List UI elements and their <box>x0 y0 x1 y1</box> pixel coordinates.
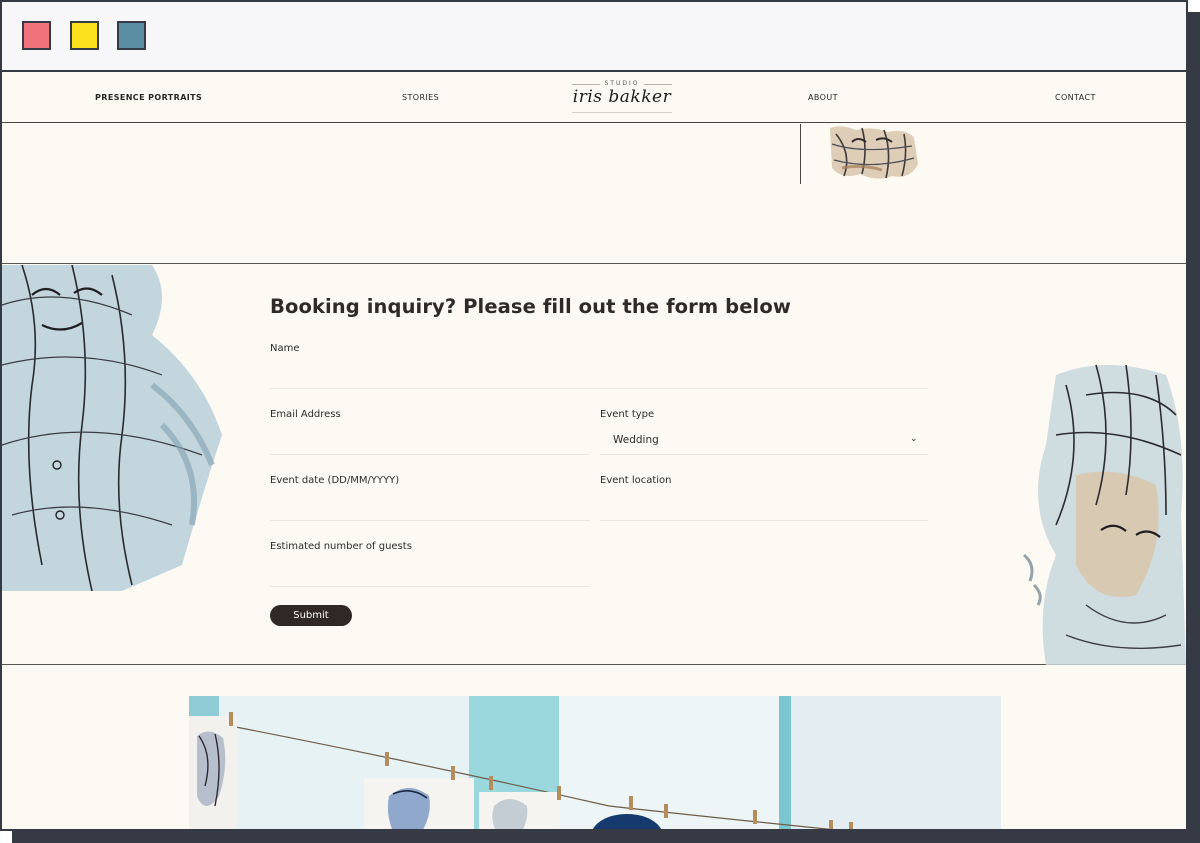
event-date-label: Event date (DD/MM/YYYY) <box>270 475 400 486</box>
studio-logo[interactable]: STUDIO iris bakker <box>570 80 674 114</box>
event-location-underline <box>600 520 928 521</box>
sketch-portrait-left <box>2 265 222 591</box>
nav-contact[interactable]: CONTACT <box>1055 93 1096 102</box>
browser-window: PRESENCE PORTRAITS STORIES STUDIO iris b… <box>0 0 1188 831</box>
event-type-underline <box>600 454 928 455</box>
logo-studio-text: STUDIO <box>570 80 674 87</box>
event-type-label: Event type <box>600 409 655 420</box>
event-date-underline <box>270 520 590 521</box>
nav-presence-portraits[interactable]: PRESENCE PORTRAITS <box>95 93 202 102</box>
name-label: Name <box>270 343 300 354</box>
gallery-photo <box>189 696 1001 829</box>
name-input[interactable] <box>270 357 928 389</box>
window-minimize-button[interactable] <box>70 21 99 50</box>
email-label: Email Address <box>270 409 341 420</box>
clothesline-portraits-image <box>189 696 1001 829</box>
logo-rule <box>572 112 672 113</box>
window-maximize-button[interactable] <box>117 21 146 50</box>
nav-about[interactable]: ABOUT <box>808 93 838 102</box>
email-underline <box>270 454 590 455</box>
event-location-label: Event location <box>600 475 672 486</box>
submit-button[interactable]: Submit <box>270 605 352 626</box>
event-location-input[interactable] <box>600 489 928 521</box>
booking-form-section: Booking inquiry? Please fill out the for… <box>2 265 1186 665</box>
top-navigation: PRESENCE PORTRAITS STORIES STUDIO iris b… <box>2 72 1186 123</box>
event-date-input[interactable] <box>270 489 590 521</box>
email-input[interactable] <box>270 423 590 455</box>
sketch-portrait-right <box>1022 364 1186 665</box>
browser-chrome <box>2 2 1186 72</box>
form-title: Booking inquiry? Please fill out the for… <box>270 295 791 318</box>
chevron-down-icon: ⌄ <box>910 434 918 444</box>
event-type-value: Wedding <box>613 434 659 446</box>
window-close-button[interactable] <box>22 21 51 50</box>
artwork-strip <box>2 124 1186 264</box>
divider-line <box>800 124 801 184</box>
guests-input[interactable] <box>270 555 590 587</box>
guests-underline <box>270 586 590 587</box>
name-underline <box>270 388 928 389</box>
sketch-portrait-top <box>830 126 918 179</box>
guests-label: Estimated number of guests <box>270 541 412 552</box>
nav-stories[interactable]: STORIES <box>402 93 439 102</box>
event-type-select[interactable]: Wedding ⌄ <box>600 425 928 453</box>
logo-name-text: iris bakker <box>572 87 672 107</box>
